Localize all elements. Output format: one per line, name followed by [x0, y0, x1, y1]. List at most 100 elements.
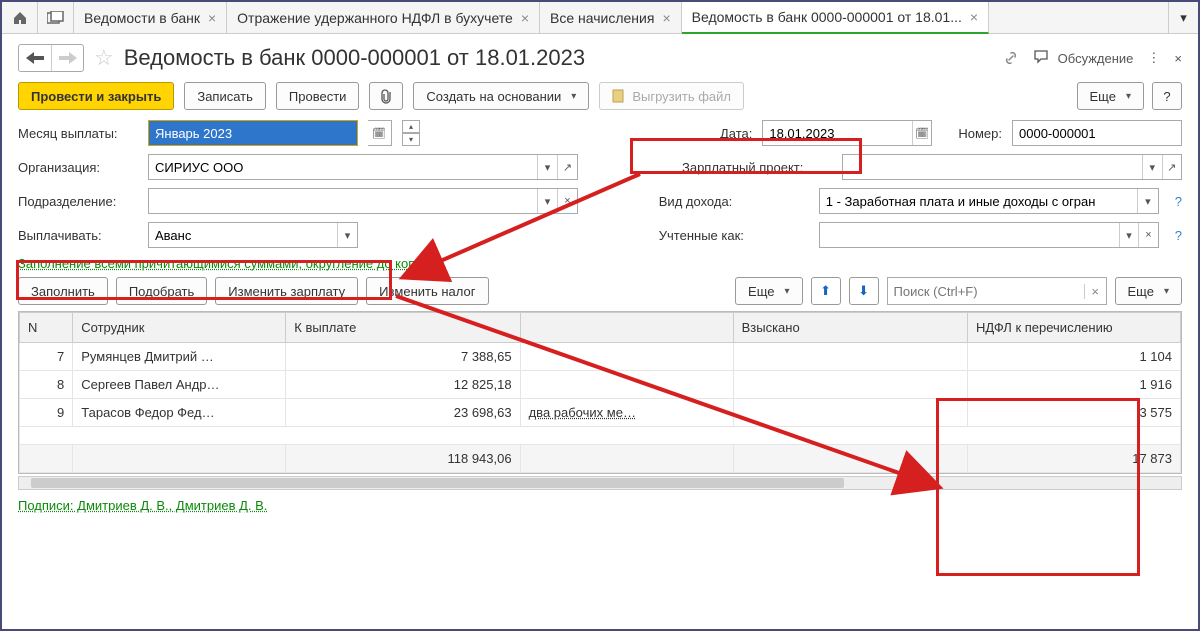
tabs-dropdown-icon[interactable]: ▾ [1168, 2, 1198, 33]
proj-input[interactable] [843, 155, 1142, 179]
move-up-button[interactable]: ⬆ [811, 277, 841, 305]
fill-hint-link[interactable]: Заполнение всеми причитающимися суммами,… [18, 256, 443, 271]
col-n[interactable]: N [20, 313, 73, 343]
save-button[interactable]: Записать [184, 82, 266, 110]
extra-link[interactable]: два рабочих ме… [529, 405, 636, 420]
proj-label: Зарплатный проект: [682, 160, 832, 175]
division-field[interactable]: ▾ × [148, 188, 578, 214]
windows-icon[interactable] [38, 2, 74, 33]
accounted-field[interactable]: ▾ × [819, 222, 1159, 248]
close-form-icon[interactable]: × [1174, 51, 1182, 66]
move-down-button[interactable]: ⬇ [849, 277, 879, 305]
horizontal-scrollbar[interactable] [18, 476, 1182, 490]
pick-button[interactable]: Подобрать [116, 277, 207, 305]
title-bar: ☆ Ведомость в банк 0000-000001 от 18.01.… [2, 34, 1198, 78]
home-icon[interactable] [2, 2, 38, 33]
division-clear-button[interactable]: × [557, 189, 577, 213]
table-row[interactable]: 9 Тарасов Федор Фед… 23 698,63 два рабоч… [20, 399, 1181, 427]
close-icon[interactable]: × [662, 10, 670, 26]
incometype-label: Вид дохода: [659, 194, 809, 209]
table-toolbar: Заполнить Подобрать Изменить зарплату Из… [2, 271, 1198, 311]
org-dropdown-button[interactable]: ▾ [537, 155, 557, 179]
division-label: Подразделение: [18, 194, 138, 209]
date-label: Дата: [720, 126, 752, 141]
date-calendar-button[interactable]: 🗓 [912, 121, 931, 145]
table-spacer [20, 427, 1181, 445]
paperclip-icon [379, 88, 393, 104]
incometype-input[interactable] [820, 189, 1137, 213]
fill-button[interactable]: Заполнить [18, 277, 108, 305]
close-icon[interactable]: × [208, 10, 216, 26]
col-extra[interactable] [520, 313, 733, 343]
number-field[interactable] [1012, 120, 1182, 146]
org-field[interactable]: ▾ ↗ [148, 154, 578, 180]
date-field[interactable]: 🗓 [762, 120, 932, 146]
kebab-menu-icon[interactable]: ⋮ [1147, 50, 1160, 66]
signatures-link[interactable]: Подписи: Дмитриев Д. В., Дмитриев Д. В. [2, 490, 1198, 521]
date-input[interactable] [763, 121, 912, 145]
search-clear-button[interactable]: × [1084, 284, 1106, 299]
close-icon[interactable]: × [521, 10, 529, 26]
help-button[interactable]: ? [1152, 82, 1182, 110]
month-input[interactable] [149, 121, 357, 145]
tab-bar: Ведомости в банк× Отражение удержанного … [2, 2, 1198, 34]
proj-field[interactable]: ▾ ↗ [842, 154, 1182, 180]
export-file-button: Выгрузить файл [599, 82, 744, 110]
tab-1[interactable]: Отражение удержанного НДФЛ в бухучете× [227, 2, 540, 33]
change-salary-button[interactable]: Изменить зарплату [215, 277, 358, 305]
pay-input[interactable] [149, 223, 337, 247]
month-calendar-button[interactable]: 🗓 [368, 120, 392, 146]
col-to-pay[interactable]: К выплате [286, 313, 520, 343]
tab-3[interactable]: Ведомость в банк 0000-000001 от 18.01...… [682, 2, 989, 34]
forward-button[interactable] [51, 45, 83, 71]
back-button[interactable] [19, 45, 51, 71]
col-employee[interactable]: Сотрудник [73, 313, 286, 343]
main-toolbar: Провести и закрыть Записать Провести Соз… [2, 78, 1198, 120]
change-tax-button[interactable]: Изменить налог [366, 277, 488, 305]
col-collected[interactable]: Взыскано [733, 313, 967, 343]
table-row[interactable]: 7 Румянцев Дмитрий … 7 388,65 1 104 [20, 343, 1181, 371]
favorite-star-icon[interactable]: ☆ [94, 45, 114, 71]
month-up-button[interactable]: ▴ [402, 120, 420, 133]
month-label: Месяц выплаты: [18, 126, 138, 141]
create-based-button[interactable]: Создать на основании▾ [413, 82, 589, 110]
pay-field[interactable]: ▾ [148, 222, 358, 248]
post-button[interactable]: Провести [276, 82, 360, 110]
org-label: Организация: [18, 160, 138, 175]
table-more-left-button[interactable]: Еще▾ [735, 277, 802, 305]
close-icon[interactable]: × [970, 9, 978, 25]
tab-0[interactable]: Ведомости в банк× [74, 2, 227, 33]
tab-2[interactable]: Все начисления× [540, 2, 682, 33]
org-input[interactable] [149, 155, 537, 179]
month-field[interactable] [148, 120, 358, 146]
division-dropdown-button[interactable]: ▾ [537, 189, 557, 213]
link-icon[interactable] [1002, 49, 1020, 67]
proj-open-button[interactable]: ↗ [1162, 155, 1181, 179]
accounted-help-icon[interactable]: ? [1175, 228, 1182, 243]
page-title: Ведомость в банк 0000-000001 от 18.01.20… [124, 45, 585, 71]
incometype-help-icon[interactable]: ? [1175, 194, 1182, 209]
attach-button[interactable] [369, 82, 403, 110]
accounted-input[interactable] [820, 223, 1119, 247]
pay-dropdown-button[interactable]: ▾ [337, 223, 357, 247]
incometype-field[interactable]: ▾ [819, 188, 1159, 214]
accounted-clear-button[interactable]: × [1138, 223, 1157, 247]
month-down-button[interactable]: ▾ [402, 133, 420, 146]
export-icon [612, 89, 626, 103]
form-area: Месяц выплаты: 🗓 ▴ ▾ Дата: 🗓 Номер: Орга… [2, 120, 1198, 271]
number-input[interactable] [1013, 121, 1181, 145]
accounted-dropdown-button[interactable]: ▾ [1119, 223, 1138, 247]
post-and-close-button[interactable]: Провести и закрыть [18, 82, 174, 110]
proj-dropdown-button[interactable]: ▾ [1142, 155, 1161, 179]
incometype-dropdown-button[interactable]: ▾ [1137, 189, 1158, 213]
table-more-right-button[interactable]: Еще▾ [1115, 277, 1182, 305]
discussion-button[interactable]: Обсуждение [1034, 50, 1134, 66]
division-input[interactable] [149, 189, 537, 213]
col-tax[interactable]: НДФЛ к перечислению [967, 313, 1180, 343]
search-field[interactable]: × [887, 277, 1107, 305]
search-input[interactable] [888, 284, 1084, 299]
org-open-button[interactable]: ↗ [557, 155, 577, 179]
employees-table: N Сотрудник К выплате Взыскано НДФЛ к пе… [18, 311, 1182, 474]
table-row[interactable]: 8 Сергеев Павел Андр… 12 825,18 1 916 [20, 371, 1181, 399]
more-button[interactable]: Еще▾ [1077, 82, 1144, 110]
